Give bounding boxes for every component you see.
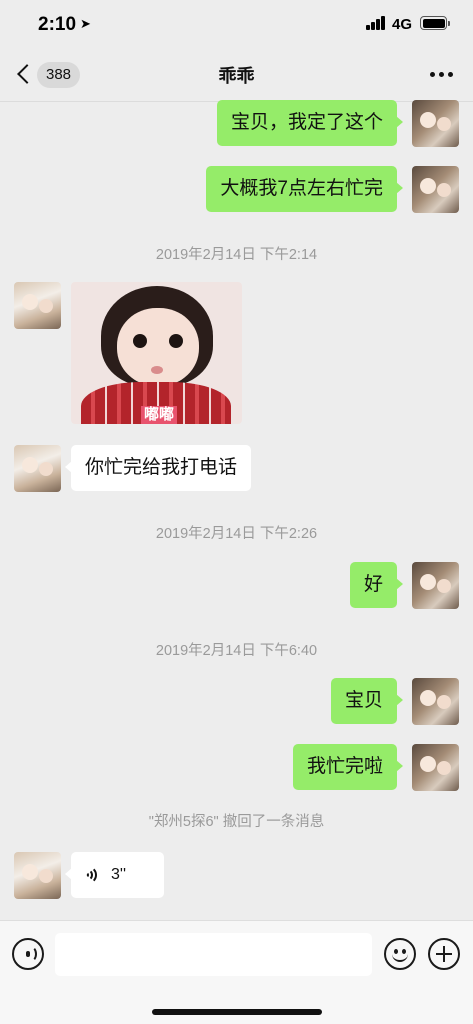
status-bar: 2:10 ➤ 4G [0,0,473,48]
add-attachment-icon[interactable] [428,938,460,970]
message-timestamp: 2019年2月14日 下午2:26 [155,526,318,542]
voice-message-bubble[interactable]: 3'' [65,852,164,898]
message-bubble-sent[interactable]: 大概我7点左右忙完 [206,166,403,212]
message-timestamp: 2019年2月14日 下午6:40 [155,643,318,659]
cellular-signal-icon [366,16,386,30]
my-avatar[interactable] [412,744,459,791]
contact-avatar[interactable] [14,852,61,899]
sticker-caption: 嘟嘟 [141,406,178,424]
message-bubble-sent[interactable]: 宝贝，我定了这个 [216,100,404,146]
voice-duration: 3'' [111,866,127,883]
message-bubble-received[interactable]: 你忙完给我打电话 [64,445,252,491]
message-bubble-sent[interactable]: 好 [349,562,404,608]
message-input[interactable] [55,933,372,976]
my-avatar[interactable] [412,678,459,725]
chat-title: 乖乖 [218,66,255,86]
voice-wave-icon [87,866,103,884]
message-bubble-sent[interactable]: 我忙完啦 [292,744,404,790]
home-indicator [152,1009,322,1015]
location-arrow-icon: ➤ [80,16,91,31]
message-bubble-sent[interactable]: 宝贝 [330,678,404,724]
my-avatar[interactable] [412,100,459,147]
sticker-image[interactable]: 嘟嘟 [71,282,242,424]
my-avatar[interactable] [412,562,459,609]
my-avatar[interactable] [412,166,459,213]
contact-avatar[interactable] [14,282,61,329]
voice-input-toggle-icon[interactable] [12,938,44,970]
network-type: 4G [392,16,413,33]
more-options-icon[interactable] [430,72,454,78]
contact-avatar[interactable] [14,445,61,492]
battery-icon [420,16,450,30]
status-time: 2:10 [38,14,77,35]
chat-header: 388 乖乖 [0,48,473,102]
emoji-icon[interactable] [384,938,416,970]
recall-notice: "郑州5探6" 撤回了一条消息 [148,814,325,830]
message-timestamp: 2019年2月14日 下午2:14 [155,247,318,263]
